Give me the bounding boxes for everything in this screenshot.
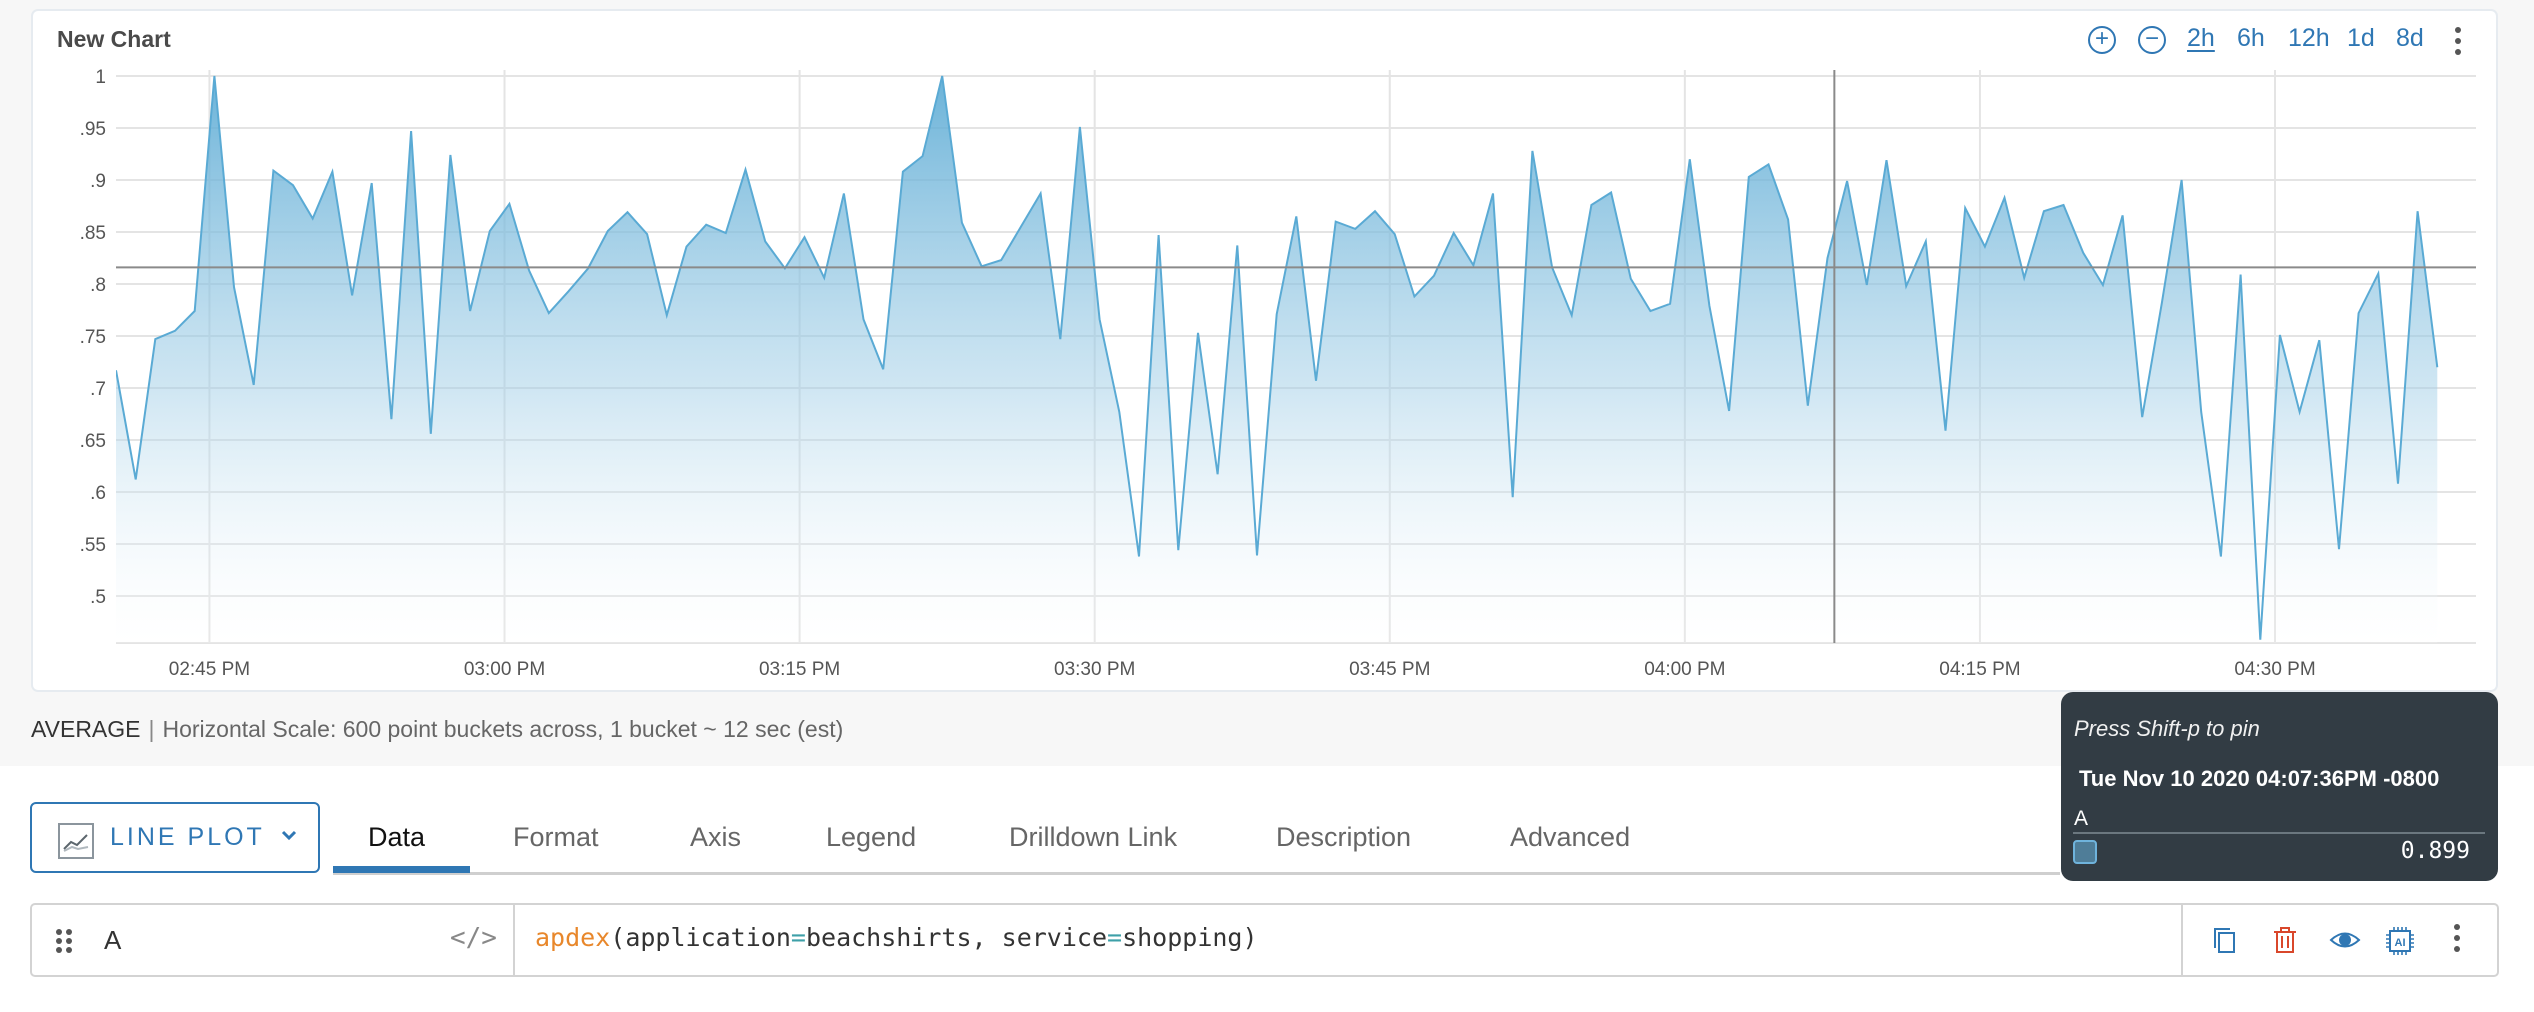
- y-tick-label: .55: [80, 535, 106, 556]
- x-tick-label: 03:15 PM: [759, 659, 840, 680]
- x-tick-label: 02:45 PM: [169, 659, 250, 680]
- y-tick-label: .5: [90, 587, 106, 608]
- query-paren-open: (: [610, 923, 626, 952]
- toggle-visibility-button[interactable]: [2329, 925, 2361, 955]
- hover-tooltip: Press Shift-p to pin Tue Nov 10 2020 04:…: [2061, 692, 2498, 881]
- tooltip-divider: [2073, 832, 2485, 834]
- delete-query-button[interactable]: [2270, 925, 2300, 955]
- y-tick-label: .6: [90, 483, 106, 504]
- tab-data[interactable]: Data: [368, 822, 425, 853]
- svg-text:AI: AI: [2395, 937, 2406, 949]
- y-tick-label: .65: [80, 431, 106, 452]
- tooltip-timestamp: Tue Nov 10 2020 04:07:36PM -0800: [2079, 766, 2440, 791]
- eye-icon: [2329, 932, 2361, 948]
- chart-type-label: LINE PLOT: [110, 823, 265, 851]
- summary-separator: |: [148, 716, 155, 742]
- y-tick-label: .8: [90, 275, 106, 296]
- copy-query-button[interactable]: [2210, 925, 2240, 955]
- series-color-swatch: [2073, 840, 2097, 864]
- query-arg-key: application: [625, 923, 791, 952]
- query-more-menu-button[interactable]: [2454, 924, 2460, 952]
- tab-legend[interactable]: Legend: [826, 822, 916, 853]
- tab-axis[interactable]: Axis: [690, 822, 741, 853]
- chart-type-dropdown[interactable]: LINE PLOT: [30, 802, 320, 873]
- tooltip-value: 0.899: [2400, 838, 2470, 864]
- query-arg-value: shopping: [1122, 923, 1243, 952]
- line-chart-icon: [58, 823, 94, 859]
- x-tick-label: 04:00 PM: [1644, 659, 1725, 680]
- drag-handle-icon[interactable]: [56, 929, 72, 953]
- query-arg-value: beachshirts,: [805, 923, 1002, 952]
- chart-editor-tabs: Data Format Axis Legend Drilldown Link D…: [333, 802, 2060, 875]
- tooltip-series-label: A: [2074, 807, 2089, 830]
- query-row: A </> apdex(application=beachshirts, ser…: [30, 903, 2499, 977]
- ai-chip-icon: AI: [2386, 927, 2414, 955]
- tab-advanced[interactable]: Advanced: [1510, 822, 1630, 853]
- x-tick-label: 04:15 PM: [1939, 659, 2020, 680]
- query-operator: =: [1107, 923, 1123, 952]
- tab-drilldown-link[interactable]: Drilldown Link: [1009, 822, 1177, 853]
- query-operator: =: [790, 923, 806, 952]
- tooltip-pin-hint: Press Shift-p to pin: [2074, 716, 2260, 741]
- query-function: apdex: [535, 923, 611, 952]
- y-tick-label: .9: [90, 171, 106, 192]
- chart-summary: AVERAGE | Horizontal Scale: 600 point buck…: [31, 716, 843, 743]
- tab-description[interactable]: Description: [1276, 822, 1411, 853]
- y-tick-label: .85: [80, 223, 106, 244]
- query-name-input[interactable]: A: [104, 925, 121, 956]
- x-tick-label: 04:30 PM: [2234, 659, 2315, 680]
- chevron-down-icon: [280, 826, 298, 847]
- aggregation-label: AVERAGE: [31, 716, 141, 742]
- apdex-chart[interactable]: 1 .95 .9 .85 .8 .75 .7 .65 .6 .55 .5 02:45 PM 03:00…: [0, 0, 2534, 700]
- y-tick-label: .75: [80, 327, 106, 348]
- query-paren-close: ): [1242, 923, 1258, 952]
- tab-format[interactable]: Format: [513, 822, 599, 853]
- copy-icon: [2214, 928, 2235, 953]
- code-toggle-icon[interactable]: </>: [450, 923, 497, 953]
- y-tick-label: .7: [90, 379, 106, 400]
- query-editor[interactable]: apdex(application=beachshirts, service=s…: [513, 903, 2183, 977]
- trash-icon: [2274, 927, 2296, 953]
- series-area-A: [116, 76, 2438, 643]
- y-tick-label: 1: [95, 67, 106, 88]
- active-tab-indicator: [333, 866, 470, 873]
- x-tick-label: 03:30 PM: [1054, 659, 1135, 680]
- horizontal-scale-text: Horizontal Scale: 600 point buckets acro…: [162, 716, 844, 742]
- x-tick-label: 03:00 PM: [464, 659, 545, 680]
- kebab-vertical-icon: [2454, 924, 2460, 930]
- x-tick-label: 03:45 PM: [1349, 659, 1430, 680]
- query-arg-key: service: [1001, 923, 1107, 952]
- ai-assist-button[interactable]: AI: [2384, 925, 2414, 955]
- y-tick-label: .95: [80, 119, 106, 140]
- query-expression[interactable]: apdex(application=beachshirts, service=s…: [535, 923, 1258, 952]
